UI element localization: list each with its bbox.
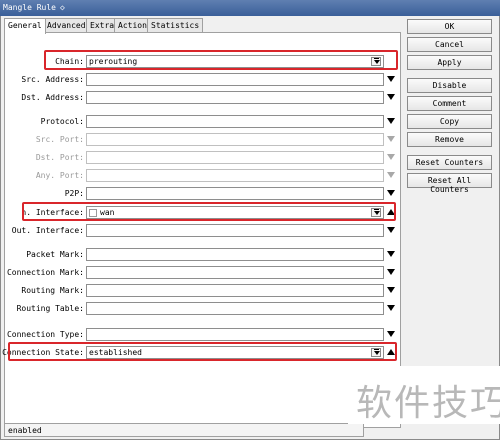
connection-type-input[interactable] <box>86 328 384 341</box>
tab-statistics[interactable]: Statistics <box>147 18 204 33</box>
connection-mark-row: Connection Mark: <box>5 266 402 280</box>
routing-mark-input[interactable] <box>86 284 384 297</box>
in-interface-highlight <box>22 202 396 221</box>
connection-type-row: Connection Type: <box>5 328 402 342</box>
remove-button[interactable]: Remove <box>407 132 492 147</box>
connection-mark-label: Connection Mark: <box>6 268 84 277</box>
routing-mark-expand-icon[interactable] <box>387 287 395 293</box>
out-interface-row: Out. Interface: <box>5 224 402 238</box>
comment-button[interactable]: Comment <box>407 96 492 111</box>
disable-button[interactable]: Disable <box>407 78 492 93</box>
status-text: enabled <box>8 426 42 435</box>
protocol-expand-icon[interactable] <box>387 118 395 124</box>
dst-address-expand-icon[interactable] <box>387 94 395 100</box>
routing-mark-label: Routing Mark: <box>21 286 84 295</box>
packet-mark-expand-icon[interactable] <box>387 251 395 257</box>
src-port-label: Src. Port: <box>35 135 84 144</box>
connection-mark-expand-icon[interactable] <box>387 269 395 275</box>
p2p-row: P2P: <box>5 187 402 201</box>
p2p-input[interactable] <box>86 187 384 200</box>
packet-mark-label: Packet Mark: <box>26 250 84 259</box>
out-interface-label: Out. Interface: <box>11 226 84 235</box>
connection-mark-input[interactable] <box>86 266 384 279</box>
dst-port-expand-icon <box>387 154 395 160</box>
src-port-row: Src. Port: <box>5 133 402 147</box>
out-interface-input[interactable] <box>86 224 384 237</box>
window-title: Mangle Rule <box>3 3 56 12</box>
dst-port-row: Dst. Port: <box>5 151 402 165</box>
dst-port-label: Dst. Port: <box>35 153 84 162</box>
routing-table-row: Routing Table: <box>5 302 402 316</box>
src-port-expand-icon <box>387 136 395 142</box>
watermark: 软件技巧 <box>348 366 500 424</box>
routing-table-expand-icon[interactable] <box>387 305 395 311</box>
connection-type-label: Connection Type: <box>6 330 84 339</box>
tab-general[interactable]: General <box>4 18 46 34</box>
p2p-label: P2P: <box>64 189 84 198</box>
packet-mark-row: Packet Mark: <box>5 248 402 262</box>
ok-button[interactable]: OK <box>407 19 492 34</box>
reset-all-counters-button[interactable]: Reset All Counters <box>407 173 492 194</box>
watermark-text: 软件技巧 <box>356 383 500 424</box>
chain-highlight <box>44 50 398 70</box>
protocol-row: Protocol: <box>5 115 402 129</box>
protocol-input[interactable] <box>86 115 384 128</box>
dst-address-row: Dst. Address: <box>5 91 402 105</box>
src-address-input[interactable] <box>86 73 384 86</box>
dst-address-label: Dst. Address: <box>21 93 84 102</box>
any-port-row: Any. Port: <box>5 169 402 183</box>
p2p-expand-icon[interactable] <box>387 190 395 196</box>
status-bar: enabled <box>4 423 364 437</box>
window-titlebar[interactable]: Mangle Rule ◇ <box>0 0 500 16</box>
src-port-input <box>86 133 384 146</box>
routing-table-input[interactable] <box>86 302 384 315</box>
pin-icon[interactable]: ◇ <box>60 3 65 12</box>
cancel-button[interactable]: Cancel <box>407 37 492 52</box>
dst-address-input[interactable] <box>86 91 384 104</box>
packet-mark-input[interactable] <box>86 248 384 261</box>
routing-mark-row: Routing Mark: <box>5 284 402 298</box>
routing-table-label: Routing Table: <box>16 304 84 313</box>
general-panel: Chain: prerouting Src. Address: Dst. Add… <box>2 32 402 428</box>
connection-state-highlight <box>8 342 397 361</box>
protocol-label: Protocol: <box>40 117 84 126</box>
reset-counters-button[interactable]: Reset Counters <box>407 155 492 170</box>
dst-port-input <box>86 151 384 164</box>
apply-button[interactable]: Apply <box>407 55 492 70</box>
src-address-label: Src. Address: <box>21 75 84 84</box>
src-address-row: Src. Address: <box>5 73 402 87</box>
out-interface-expand-icon[interactable] <box>387 227 395 233</box>
src-address-expand-icon[interactable] <box>387 76 395 82</box>
copy-button[interactable]: Copy <box>407 114 492 129</box>
tab-action[interactable]: Action <box>114 18 151 33</box>
any-port-input <box>86 169 384 182</box>
any-port-expand-icon <box>387 172 395 178</box>
any-port-label: Any. Port: <box>35 171 84 180</box>
connection-type-expand-icon[interactable] <box>387 331 395 337</box>
tab-advanced[interactable]: Advanced <box>43 18 90 33</box>
